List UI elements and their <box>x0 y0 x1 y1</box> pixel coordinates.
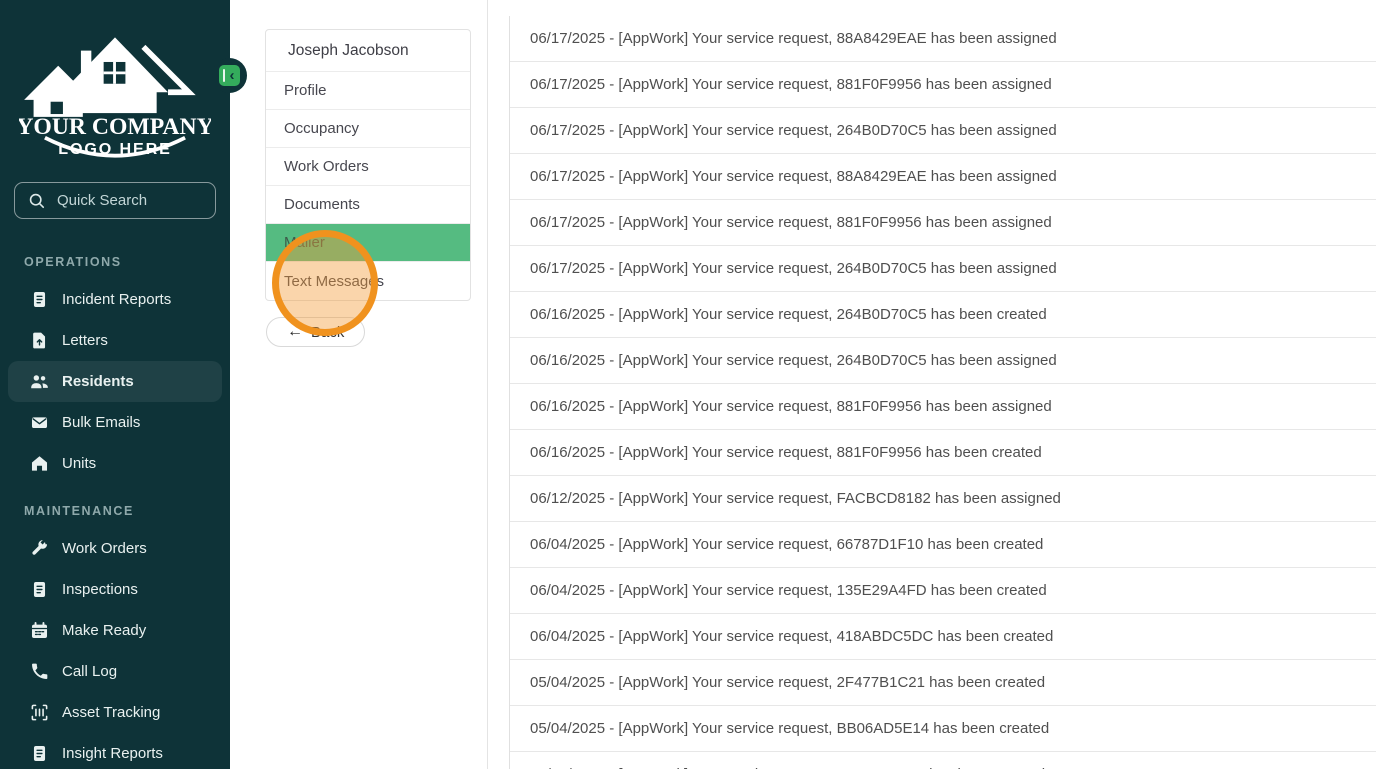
nav-section-label-operations: OPERATIONS <box>24 255 122 269</box>
sidebar-item-label: Bulk Emails <box>62 414 141 431</box>
residents-icon <box>30 372 49 391</box>
message-row[interactable]: 06/16/2025 - [AppWork] Your service requ… <box>510 292 1376 338</box>
sidebar-nav: OPERATIONS Incident Reports Letters Residen… <box>0 255 230 769</box>
inspections-icon <box>30 580 49 599</box>
menu-item-text-messages[interactable]: Text Messages <box>266 262 470 300</box>
sidebar-item-label: Call Log <box>62 663 118 680</box>
sidebar-item-label: Letters <box>62 332 108 349</box>
sidebar-item-label: Inspections <box>62 581 138 598</box>
sidebar-item-bulk-emails[interactable]: Bulk Emails <box>8 402 222 443</box>
incident-reports-icon <box>30 290 49 309</box>
message-row[interactable]: 06/04/2025 - [AppWork] Your service requ… <box>510 614 1376 660</box>
call-log-icon <box>30 662 49 681</box>
quick-search[interactable] <box>14 182 216 219</box>
menu-item-profile[interactable]: Profile <box>266 72 470 110</box>
message-row[interactable]: 06/17/2025 - [AppWork] Your service requ… <box>510 246 1376 292</box>
menu-item-work-orders[interactable]: Work Orders <box>266 148 470 186</box>
collapse-panel-icon: ‹ <box>219 65 240 86</box>
message-row[interactable]: 06/04/2025 - [AppWork] Your service requ… <box>510 568 1376 614</box>
message-row[interactable]: 06/16/2025 - [AppWork] Your service requ… <box>510 430 1376 476</box>
message-row[interactable]: 05/04/2025 - [AppWork] Your service requ… <box>510 752 1376 769</box>
menu-item-mailer[interactable]: Mailer <box>266 224 470 262</box>
pane-divider <box>487 0 488 769</box>
back-arrow-icon: ← <box>287 323 303 340</box>
message-row[interactable]: 05/04/2025 - [AppWork] Your service requ… <box>510 660 1376 706</box>
sidebar-item-make-ready[interactable]: Make Ready <box>8 610 222 651</box>
company-logo-image: YOUR COMPANY LOGO HERE <box>19 37 211 158</box>
sidebar-item-label: Insight Reports <box>62 745 163 762</box>
company-logo: YOUR COMPANY LOGO HERE <box>19 26 211 168</box>
message-row[interactable]: 06/17/2025 - [AppWork] Your service requ… <box>510 200 1376 246</box>
sidebar-item-residents[interactable]: Residents <box>8 361 222 402</box>
message-row[interactable]: 06/17/2025 - [AppWork] Your service requ… <box>510 16 1376 62</box>
nav-section-label-maintenance: MAINTENANCE <box>24 504 134 518</box>
sidebar-item-insight-reports[interactable]: Insight Reports <box>8 733 222 769</box>
sidebar-collapse-button[interactable]: ‹ <box>212 58 247 93</box>
bulk-emails-icon <box>30 413 49 432</box>
sidebar-item-label: Work Orders <box>62 540 147 557</box>
sidebar-item-label: Residents <box>62 373 134 390</box>
message-row[interactable]: 06/17/2025 - [AppWork] Your service requ… <box>510 108 1376 154</box>
search-icon <box>29 193 45 209</box>
sidebar-item-units[interactable]: Units <box>8 443 222 484</box>
message-row[interactable]: 06/04/2025 - [AppWork] Your service requ… <box>510 522 1376 568</box>
sidebar-item-call-log[interactable]: Call Log <box>8 651 222 692</box>
sidebar-item-work-orders[interactable]: Work Orders <box>8 528 222 569</box>
messages-list: 06/17/2025 - [AppWork] Your service requ… <box>509 16 1376 769</box>
sidebar-item-label: Incident Reports <box>62 291 172 308</box>
sidebar-item-label: Units <box>62 455 97 472</box>
sidebar-item-inspections[interactable]: Inspections <box>8 569 222 610</box>
letters-icon <box>30 331 49 350</box>
sidebar-item-asset-tracking[interactable]: Asset Tracking <box>8 692 222 733</box>
make-ready-icon <box>30 621 49 640</box>
logo-line1: YOUR COMPANY <box>19 114 211 140</box>
sidebar-item-label: Asset Tracking <box>62 704 161 721</box>
resident-name: Joseph Jacobson <box>266 30 470 72</box>
menu-item-occupancy[interactable]: Occupancy <box>266 110 470 148</box>
message-row[interactable]: 05/04/2025 - [AppWork] Your service requ… <box>510 706 1376 752</box>
message-row[interactable]: 06/17/2025 - [AppWork] Your service requ… <box>510 62 1376 108</box>
sidebar-item-label: Make Ready <box>62 622 147 639</box>
asset-tracking-icon <box>30 703 49 722</box>
sidebar-item-letters[interactable]: Letters <box>8 320 222 361</box>
app-window: YOUR COMPANY LOGO HERE OPERATIONS Inciden… <box>0 0 1376 769</box>
sidebar: YOUR COMPANY LOGO HERE OPERATIONS Inciden… <box>0 0 230 769</box>
resident-menu: Joseph Jacobson Profile Occupancy Work Ord… <box>265 29 471 301</box>
units-icon <box>30 454 49 473</box>
resident-menu-items: Profile Occupancy Work Orders Documents Mail… <box>266 72 470 300</box>
work-orders-icon <box>30 539 49 558</box>
menu-item-documents[interactable]: Documents <box>266 186 470 224</box>
message-row[interactable]: 06/16/2025 - [AppWork] Your service requ… <box>510 384 1376 430</box>
insight-reports-icon <box>30 744 49 763</box>
message-row[interactable]: 06/17/2025 - [AppWork] Your service requ… <box>510 154 1376 200</box>
message-row[interactable]: 06/12/2025 - [AppWork] Your service requ… <box>510 476 1376 522</box>
message-row[interactable]: 06/16/2025 - [AppWork] Your service requ… <box>510 338 1376 384</box>
back-button[interactable]: ← Back <box>266 317 366 347</box>
back-button-label: Back <box>311 323 345 341</box>
sidebar-item-incident-reports[interactable]: Incident Reports <box>8 279 222 320</box>
search-input[interactable] <box>57 192 207 209</box>
